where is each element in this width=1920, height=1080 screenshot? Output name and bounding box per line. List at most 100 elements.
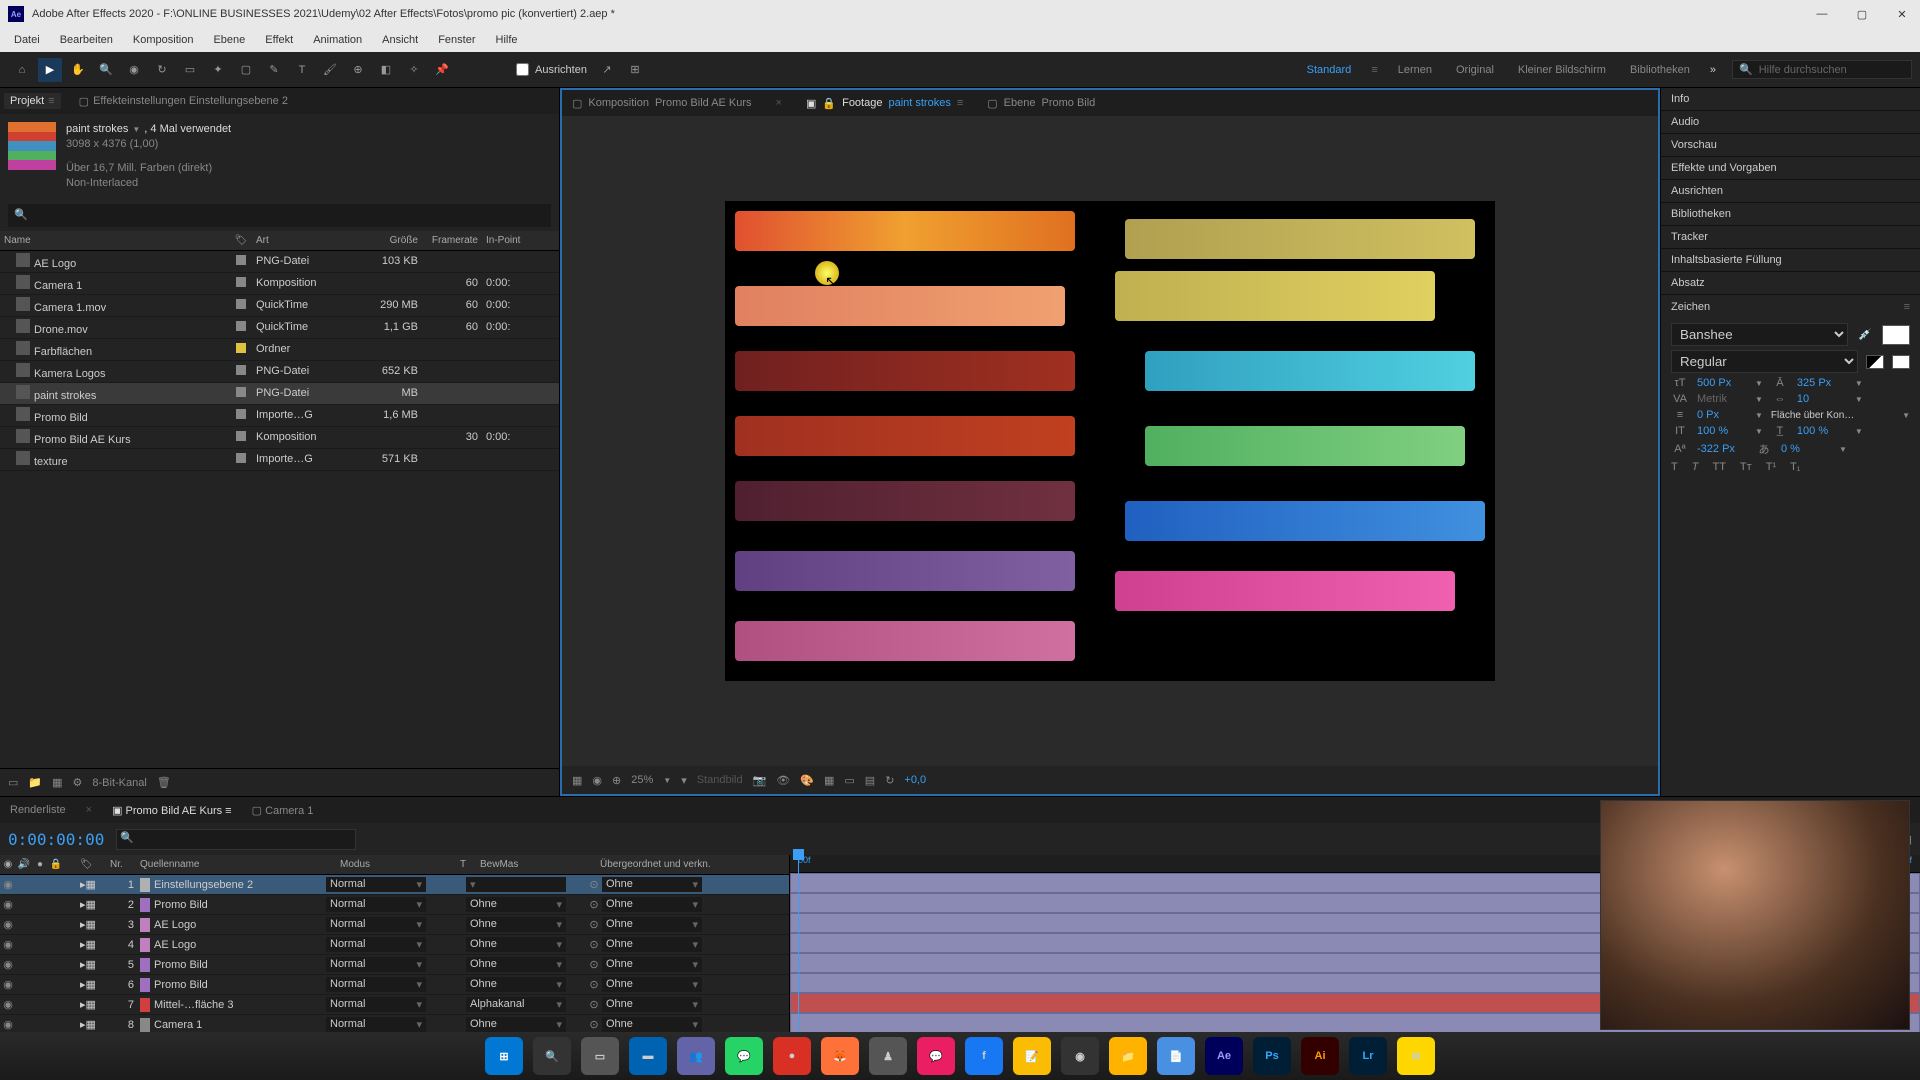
menu-komposition[interactable]: Komposition bbox=[123, 34, 204, 46]
after-effects-icon[interactable]: Ae bbox=[1205, 1037, 1243, 1075]
obs-icon[interactable]: ◉ bbox=[1061, 1037, 1099, 1075]
brush-tool[interactable]: 🖌 bbox=[318, 58, 342, 82]
eraser-tool[interactable]: ◧ bbox=[374, 58, 398, 82]
menu-bearbeiten[interactable]: Bearbeiten bbox=[50, 34, 123, 46]
app-icon-1[interactable]: ● bbox=[773, 1037, 811, 1075]
rotate-tool[interactable]: ↻ bbox=[150, 58, 174, 82]
app-icon-3[interactable]: ✉ bbox=[1397, 1037, 1435, 1075]
alpha-icon[interactable]: ▦ bbox=[572, 774, 582, 787]
viewer-tab-footage[interactable]: ▣ 🔒 Footage paint strokes ≡ bbox=[806, 97, 963, 110]
project-tab[interactable]: Projekt ≡ bbox=[4, 93, 61, 109]
help-search[interactable]: 🔍 Hilfe durchsuchen bbox=[1732, 60, 1912, 79]
show-snapshot-icon[interactable]: 👁 bbox=[776, 774, 790, 787]
hand-tool[interactable]: ✋ bbox=[66, 58, 90, 82]
layer-row[interactable]: ◉▸▦3AE LogoNormalOhne⊙Ohne bbox=[0, 915, 789, 935]
panel-header[interactable]: Vorschau bbox=[1661, 134, 1920, 157]
mask-icon[interactable]: ⊕ bbox=[612, 774, 621, 787]
fill-color-swatch[interactable] bbox=[1882, 325, 1910, 345]
whatsapp-icon[interactable]: 💬 bbox=[725, 1037, 763, 1075]
timeline-camera-tab[interactable]: ▢ Camera 1 bbox=[252, 804, 314, 817]
panel-header[interactable]: Audio bbox=[1661, 111, 1920, 134]
col-name[interactable]: Name bbox=[0, 233, 230, 248]
start-button[interactable]: ⊞ bbox=[485, 1037, 523, 1075]
character-menu-icon[interactable]: ≡ bbox=[1904, 301, 1910, 313]
layer-row[interactable]: ◉▸▦6Promo BildNormalOhne⊙Ohne bbox=[0, 975, 789, 995]
subscript-icon[interactable]: T₁ bbox=[1790, 461, 1800, 473]
menu-datei[interactable]: Datei bbox=[4, 34, 50, 46]
notes-icon[interactable]: 📝 bbox=[1013, 1037, 1051, 1075]
menu-ansicht[interactable]: Ansicht bbox=[372, 34, 428, 46]
workspace-lernen[interactable]: Lernen bbox=[1394, 64, 1436, 76]
tracking-value[interactable]: 10 bbox=[1797, 393, 1847, 405]
refresh-icon[interactable]: ↻ bbox=[885, 774, 894, 787]
project-row[interactable]: textureImporte…G571 KB bbox=[0, 449, 559, 471]
res-icon[interactable]: ▾ bbox=[681, 774, 687, 787]
app-icon-2[interactable]: ♟ bbox=[869, 1037, 907, 1075]
layer-row[interactable]: ◉▸▦2Promo BildNormalOhne⊙Ohne bbox=[0, 895, 789, 915]
project-row[interactable]: Camera 1Komposition600:00: bbox=[0, 273, 559, 295]
nofill-icon[interactable] bbox=[1892, 355, 1910, 369]
camera-tool[interactable]: ▭ bbox=[178, 58, 202, 82]
menu-effekt[interactable]: Effekt bbox=[255, 34, 303, 46]
zoom-level[interactable]: 25% bbox=[631, 774, 653, 786]
roto-tool[interactable]: ✧ bbox=[402, 58, 426, 82]
guides-icon[interactable]: ▭ bbox=[844, 774, 854, 787]
layer-row[interactable]: ◉▸▦4AE LogoNormalOhne⊙Ohne bbox=[0, 935, 789, 955]
shape-tool[interactable]: ▢ bbox=[234, 58, 258, 82]
home-tool[interactable]: ⌂ bbox=[10, 58, 34, 82]
viewer-tab-comp[interactable]: ▢ Komposition Promo Bild AE Kurs bbox=[572, 97, 752, 110]
project-row[interactable]: AE LogoPNG-Datei103 KB bbox=[0, 251, 559, 273]
layer-row[interactable]: ◉▸▦7Mittel-…fläche 3NormalAlphakanal⊙Ohn… bbox=[0, 995, 789, 1015]
baseline-value[interactable]: -322 Px bbox=[1697, 443, 1747, 455]
effect-controls-tab[interactable]: ▢ Effekteinstellungen Einstellungsebene … bbox=[73, 93, 294, 110]
puppet-tool[interactable]: 📌 bbox=[430, 58, 454, 82]
snap-option-icon[interactable]: ↗ bbox=[595, 58, 619, 82]
zoom-tool[interactable]: 🔍 bbox=[94, 58, 118, 82]
messenger-icon[interactable]: 💬 bbox=[917, 1037, 955, 1075]
timeline-search-input[interactable] bbox=[116, 829, 356, 850]
layer-row[interactable]: ◉▸▦5Promo BildNormalOhne⊙Ohne bbox=[0, 955, 789, 975]
layer-row[interactable]: ◉▸▦1Einstellungsebene 2Normal⊙Ohne bbox=[0, 875, 789, 895]
panel-header[interactable]: Bibliotheken bbox=[1661, 203, 1920, 226]
panel-header[interactable]: Inhaltsbasierte Füllung bbox=[1661, 249, 1920, 272]
minimize-button[interactable]: — bbox=[1812, 8, 1832, 21]
pen-tool[interactable]: ✎ bbox=[262, 58, 286, 82]
project-row[interactable]: Camera 1.movQuickTime290 MB600:00: bbox=[0, 295, 559, 317]
timecode[interactable]: 0:00:00:00 bbox=[8, 830, 104, 849]
snap-grid-icon[interactable]: ⊞ bbox=[623, 58, 647, 82]
trash-icon[interactable]: 🗑 bbox=[157, 776, 171, 789]
smallcaps-icon[interactable]: Tᴛ bbox=[1740, 461, 1752, 473]
font-weight-select[interactable]: Regular bbox=[1671, 350, 1858, 373]
bit-depth[interactable]: 8-Bit-Kanal bbox=[92, 777, 146, 789]
project-row[interactable]: paint strokesPNG-Datei MB bbox=[0, 383, 559, 405]
timeline-comp-tab[interactable]: ▣ Promo Bild AE Kurs ≡ bbox=[112, 804, 232, 817]
col-size[interactable]: Größe bbox=[352, 233, 422, 248]
pan-behind-tool[interactable]: ✦ bbox=[206, 58, 230, 82]
workspace-overflow-icon[interactable]: » bbox=[1710, 64, 1716, 76]
kerning-value[interactable]: Metrik bbox=[1697, 393, 1747, 405]
superscript-icon[interactable]: T¹ bbox=[1766, 461, 1776, 473]
explorer-icon[interactable]: ▬ bbox=[629, 1037, 667, 1075]
grid-icon[interactable]: ▦ bbox=[824, 774, 834, 787]
region-icon[interactable]: ▤ bbox=[865, 774, 875, 787]
settings-icon[interactable]: ⚙ bbox=[73, 776, 83, 789]
file-explorer-icon[interactable]: 📁 bbox=[1109, 1037, 1147, 1075]
project-row[interactable]: Promo Bild AE KursKomposition300:00: bbox=[0, 427, 559, 449]
vscale-value[interactable]: 100 % bbox=[1697, 425, 1747, 437]
selection-tool[interactable]: ▶ bbox=[38, 58, 62, 82]
new-folder-icon[interactable]: 📁 bbox=[28, 776, 42, 789]
editor-icon[interactable]: 📄 bbox=[1157, 1037, 1195, 1075]
workspace-kleiner[interactable]: Kleiner Bildschirm bbox=[1514, 64, 1610, 76]
workspace-menu-icon[interactable]: ≡ bbox=[1371, 64, 1377, 76]
firefox-icon[interactable]: 🦊 bbox=[821, 1037, 859, 1075]
new-comp-icon[interactable]: ▦ bbox=[52, 776, 62, 789]
italic-icon[interactable]: T bbox=[1692, 461, 1699, 473]
viewer-canvas[interactable]: ↖ bbox=[562, 116, 1658, 766]
col-art[interactable]: Art bbox=[252, 233, 352, 248]
col-framerate[interactable]: Framerate bbox=[422, 233, 482, 248]
type-tool[interactable]: T bbox=[290, 58, 314, 82]
allcaps-icon[interactable]: TT bbox=[1712, 461, 1725, 473]
panel-header[interactable]: Info bbox=[1661, 88, 1920, 111]
lightroom-icon[interactable]: Lr bbox=[1349, 1037, 1387, 1075]
panel-header[interactable]: Absatz bbox=[1661, 272, 1920, 295]
